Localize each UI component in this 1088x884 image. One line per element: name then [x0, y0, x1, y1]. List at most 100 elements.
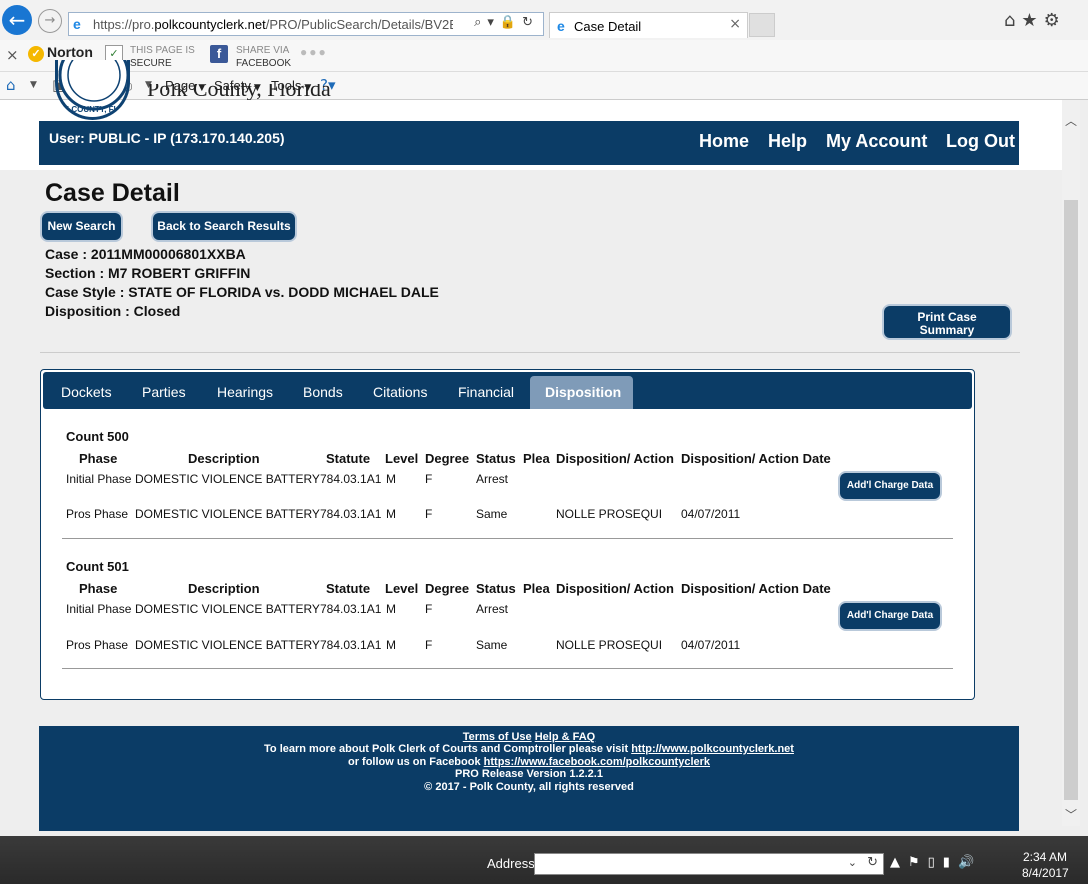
clerk-site-link[interactable]: http://www.polkcountyclerk.net — [631, 743, 794, 755]
footer-links: Terms of Use Help & FAQ — [39, 731, 1019, 743]
cell-level: M — [386, 507, 396, 521]
col-disposition-action-date: Disposition/ Action Date — [681, 581, 831, 596]
col-description: Description — [188, 581, 260, 596]
ie-logo-icon: e — [557, 18, 565, 34]
tab-bonds[interactable]: Bonds — [303, 384, 343, 400]
refresh-icon[interactable]: ↻ — [867, 855, 878, 870]
norton-toolbar: × ✓ Norton ✓ THIS PAGE IS SECURE f SHARE V… — [0, 40, 1088, 72]
col-degree: Degree — [425, 451, 470, 466]
divider — [40, 352, 1020, 353]
help-faq-link[interactable]: Help & FAQ — [535, 731, 596, 743]
col-level: Level — [385, 581, 419, 596]
county-name: Polk County, Florida — [147, 84, 331, 100]
cell-disposition-action-date: 04/07/2011 — [681, 638, 741, 652]
scroll-up-icon[interactable]: ︿ — [1062, 112, 1080, 129]
more-dots-icon[interactable]: ●●● — [300, 45, 328, 59]
cell-level: M — [386, 472, 396, 486]
cell-description: DOMESTIC VIOLENCE BATTERY — [135, 638, 320, 652]
system-tray-icons[interactable]: ▲⚑▯▮🔊 — [890, 855, 982, 870]
count-separator — [62, 668, 953, 669]
case-disposition: Disposition : Closed — [45, 303, 181, 319]
cell-degree: F — [425, 472, 433, 486]
norton-check-icon: ✓ — [28, 46, 44, 62]
col-statute: Statute — [326, 581, 371, 596]
cell-description: DOMESTIC VIOLENCE BATTERY — [135, 602, 320, 616]
col-degree: Degree — [425, 581, 470, 596]
cell-level: M — [386, 638, 396, 652]
facebook-link[interactable]: https://www.facebook.com/polkcountyclerk — [484, 756, 710, 768]
url-text: https://pro.polkcountyclerk.net/PRO/Publ… — [93, 17, 453, 32]
col-plea: Plea — [523, 451, 550, 466]
cell-disposition-action-date: 04/07/2011 — [681, 507, 741, 521]
col-plea: Plea — [523, 581, 550, 596]
tab-dockets[interactable]: Dockets — [61, 384, 112, 400]
col-description: Description — [188, 451, 260, 466]
tab-disposition[interactable]: Disposition — [545, 384, 621, 400]
clock-time[interactable]: 2:34 AM — [1023, 850, 1067, 864]
cell-level: M — [386, 602, 396, 616]
cell-status: Same — [476, 638, 508, 652]
col-statute: Statute — [326, 451, 371, 466]
count-title: Count 501 — [66, 559, 129, 574]
home-icon[interactable]: ⌂ — [6, 76, 16, 94]
print-case-summary-button[interactable]: Print Case Summary — [884, 306, 1010, 338]
share-facebook-label[interactable]: SHARE VIA FACEBOOK — [236, 44, 291, 70]
case-section: Section : M7 ROBERT GRIFFIN — [45, 265, 251, 281]
count-separator — [62, 538, 953, 539]
cell-statute: 784.03.1A1 — [320, 638, 382, 652]
cell-disposition-action: NOLLE PROSEQUI — [556, 507, 663, 521]
close-tab-icon[interactable]: × — [729, 16, 741, 32]
tab-parties[interactable]: Parties — [142, 384, 186, 400]
cell-degree: F — [425, 638, 433, 652]
scroll-down-icon[interactable]: ﹀ — [1062, 806, 1080, 823]
new-search-button[interactable]: New Search — [42, 213, 121, 240]
cell-statute: 784.03.1A1 — [320, 472, 382, 486]
tab-citations[interactable]: Citations — [373, 384, 427, 400]
user-info: User: PUBLIC - IP (173.170.140.205) — [49, 130, 285, 146]
col-level: Level — [385, 451, 419, 466]
nav-home[interactable]: Home — [699, 131, 749, 152]
page-title: Case Detail — [45, 179, 180, 207]
back-arrow-icon[interactable]: ← — [2, 5, 32, 35]
close-toolbar-icon[interactable]: × — [6, 46, 19, 64]
cell-degree: F — [425, 507, 433, 521]
scrollbar-thumb[interactable] — [1064, 200, 1078, 800]
chevron-down-icon[interactable]: ▼ — [30, 80, 37, 90]
footer-follow: or follow us on Facebook https://www.fac… — [347, 756, 711, 768]
col-status: Status — [476, 581, 516, 596]
new-tab-button[interactable] — [749, 13, 775, 37]
col-disposition-action-date: Disposition/ Action Date — [681, 451, 831, 466]
browser-address-bar[interactable]: e https://pro.polkcountyclerk.net/PRO/Pu… — [68, 12, 544, 36]
forward-arrow-icon[interactable]: → — [38, 9, 62, 33]
nav-help[interactable]: Help — [768, 131, 807, 152]
cell-statute: 784.03.1A1 — [320, 507, 382, 521]
chevron-down-icon[interactable]: ⌄ — [848, 856, 857, 869]
case-style: Case Style : STATE OF FLORIDA vs. DODD M… — [45, 284, 439, 300]
cell-degree: F — [425, 602, 433, 616]
facebook-icon[interactable]: f — [210, 45, 228, 63]
secure-label[interactable]: THIS PAGE IS SECURE — [130, 44, 195, 70]
ie-logo-icon: e — [73, 16, 81, 32]
cell-statute: 784.03.1A1 — [320, 602, 382, 616]
tab-financial[interactable]: Financial — [458, 384, 514, 400]
cell-status: Arrest — [476, 602, 509, 616]
taskbar-address-label: Address — [487, 856, 535, 871]
addl-charge-data-button[interactable]: Add'l Charge Data — [840, 473, 940, 499]
col-disposition-action: Disposition/ Action — [556, 581, 674, 596]
tab-title: Case Detail — [574, 19, 642, 34]
address-tools-icons[interactable]: ⌕▾🔒↻ — [474, 15, 539, 30]
copyright: © 2017 - Polk County, all rights reserve… — [424, 781, 634, 793]
home-favorites-settings-icons[interactable]: ⌂★⚙ — [1004, 10, 1066, 31]
nav-log-out[interactable]: Log Out — [946, 131, 1015, 152]
terms-of-use-link[interactable]: Terms of Use — [463, 731, 532, 743]
cell-phase: Pros Phase — [66, 638, 129, 652]
nav-my-account[interactable]: My Account — [826, 131, 927, 152]
browser-tab-case-detail[interactable]: e Case Detail × — [549, 12, 748, 38]
back-to-search-results-button[interactable]: Back to Search Results — [153, 213, 295, 240]
addl-charge-data-button[interactable]: Add'l Charge Data — [840, 603, 940, 629]
tab-hearings[interactable]: Hearings — [217, 384, 273, 400]
case-number: Case : 2011MM00006801XXBA — [45, 246, 246, 262]
release-version: PRO Release Version 1.2.2.1 — [455, 768, 603, 780]
clock-date[interactable]: 8/4/2017 — [1022, 866, 1069, 880]
taskbar-address-input[interactable]: ⌄ ↻ — [534, 853, 884, 875]
